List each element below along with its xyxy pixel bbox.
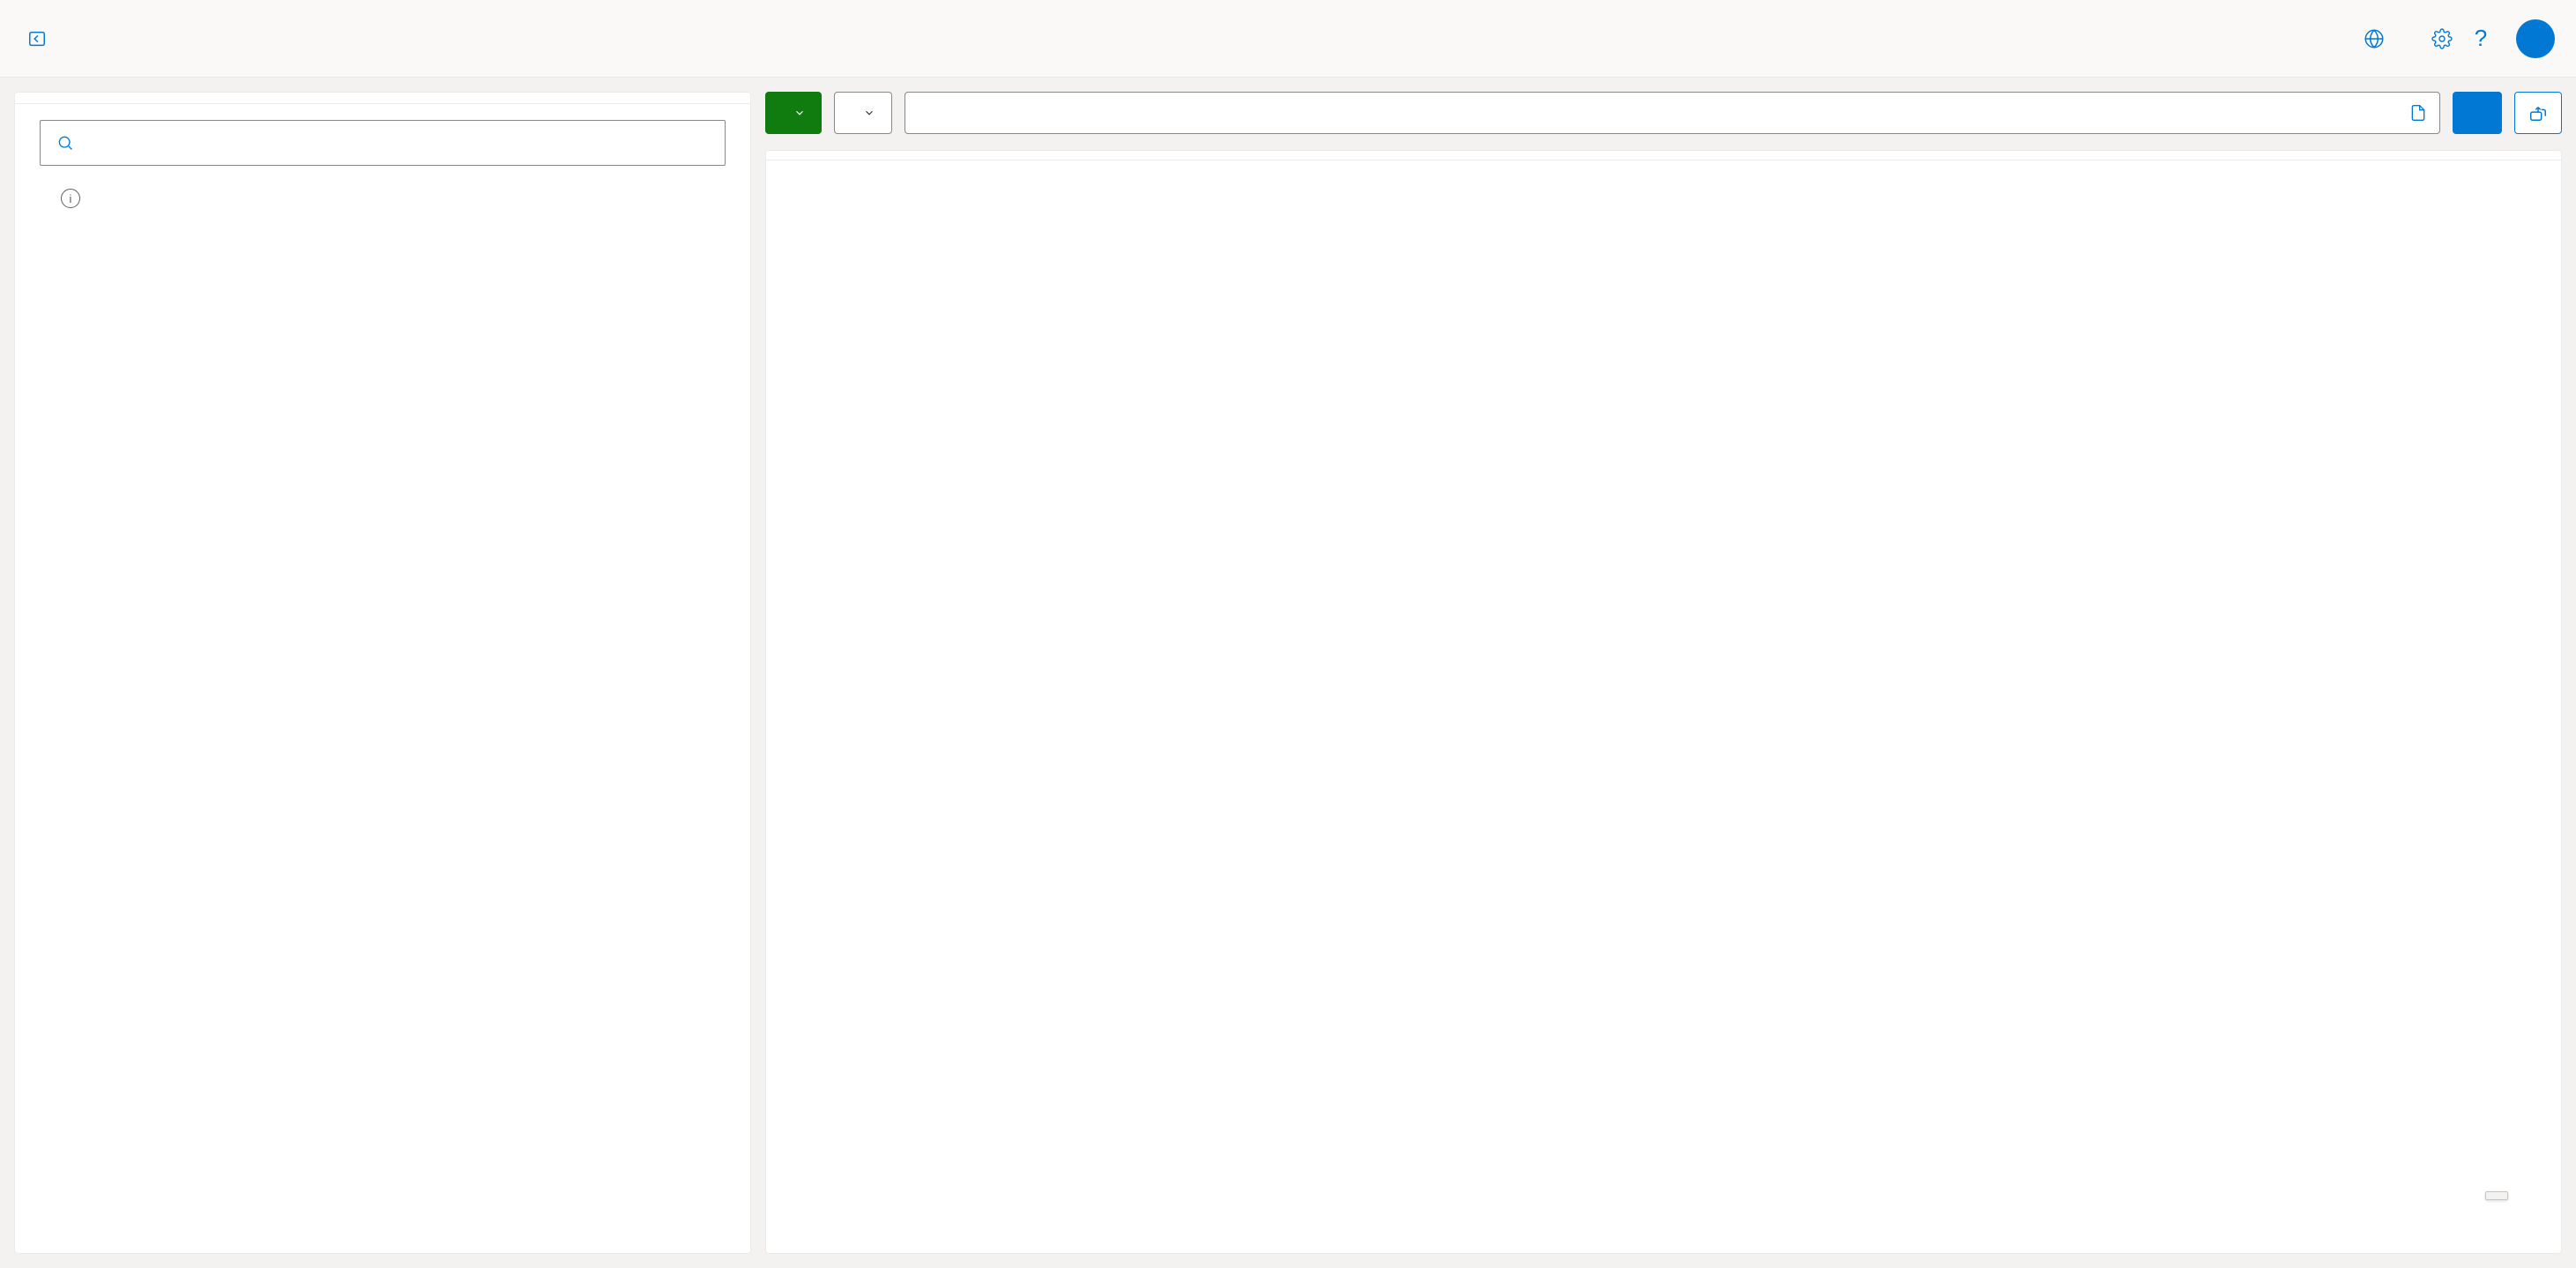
url-input-wrap[interactable] [905, 92, 2440, 134]
document-icon[interactable] [2409, 102, 2427, 123]
globe-icon [2363, 27, 2386, 50]
main-panel [765, 92, 2562, 1254]
sidebar-tabs [15, 93, 750, 104]
url-hint [905, 134, 2440, 141]
run-query-button[interactable] [2453, 92, 2502, 134]
gear-icon [2431, 28, 2453, 49]
url-input[interactable] [921, 104, 2395, 123]
search-icon [56, 134, 74, 152]
api-version-select[interactable] [834, 92, 892, 134]
share-button[interactable] [2514, 92, 2562, 134]
settings-button[interactable] [2423, 19, 2461, 58]
request-body-editor[interactable] [766, 160, 2561, 1253]
chevron-down-icon [863, 107, 875, 119]
request-panel [765, 150, 2562, 1254]
tenant-switcher[interactable] [2363, 27, 2398, 50]
collapse-icon [27, 29, 47, 48]
question-icon: ? [2475, 25, 2487, 52]
http-method-select[interactable] [765, 92, 822, 134]
info-line: i [15, 182, 750, 224]
request-tabs [766, 151, 2561, 160]
search-box[interactable] [40, 120, 726, 166]
collapse-sidebar-button[interactable] [21, 23, 53, 55]
tooltip [2485, 1191, 2508, 1200]
chevron-down-icon [793, 107, 806, 119]
sidebar: i [14, 92, 751, 1254]
share-icon [2528, 103, 2548, 123]
avatar[interactable] [2516, 19, 2555, 58]
app-header: ? [0, 0, 2576, 78]
query-list [15, 224, 750, 1253]
info-icon: i [61, 189, 80, 208]
search-input[interactable] [86, 134, 709, 153]
help-button[interactable]: ? [2461, 19, 2500, 58]
query-bar [765, 92, 2562, 141]
